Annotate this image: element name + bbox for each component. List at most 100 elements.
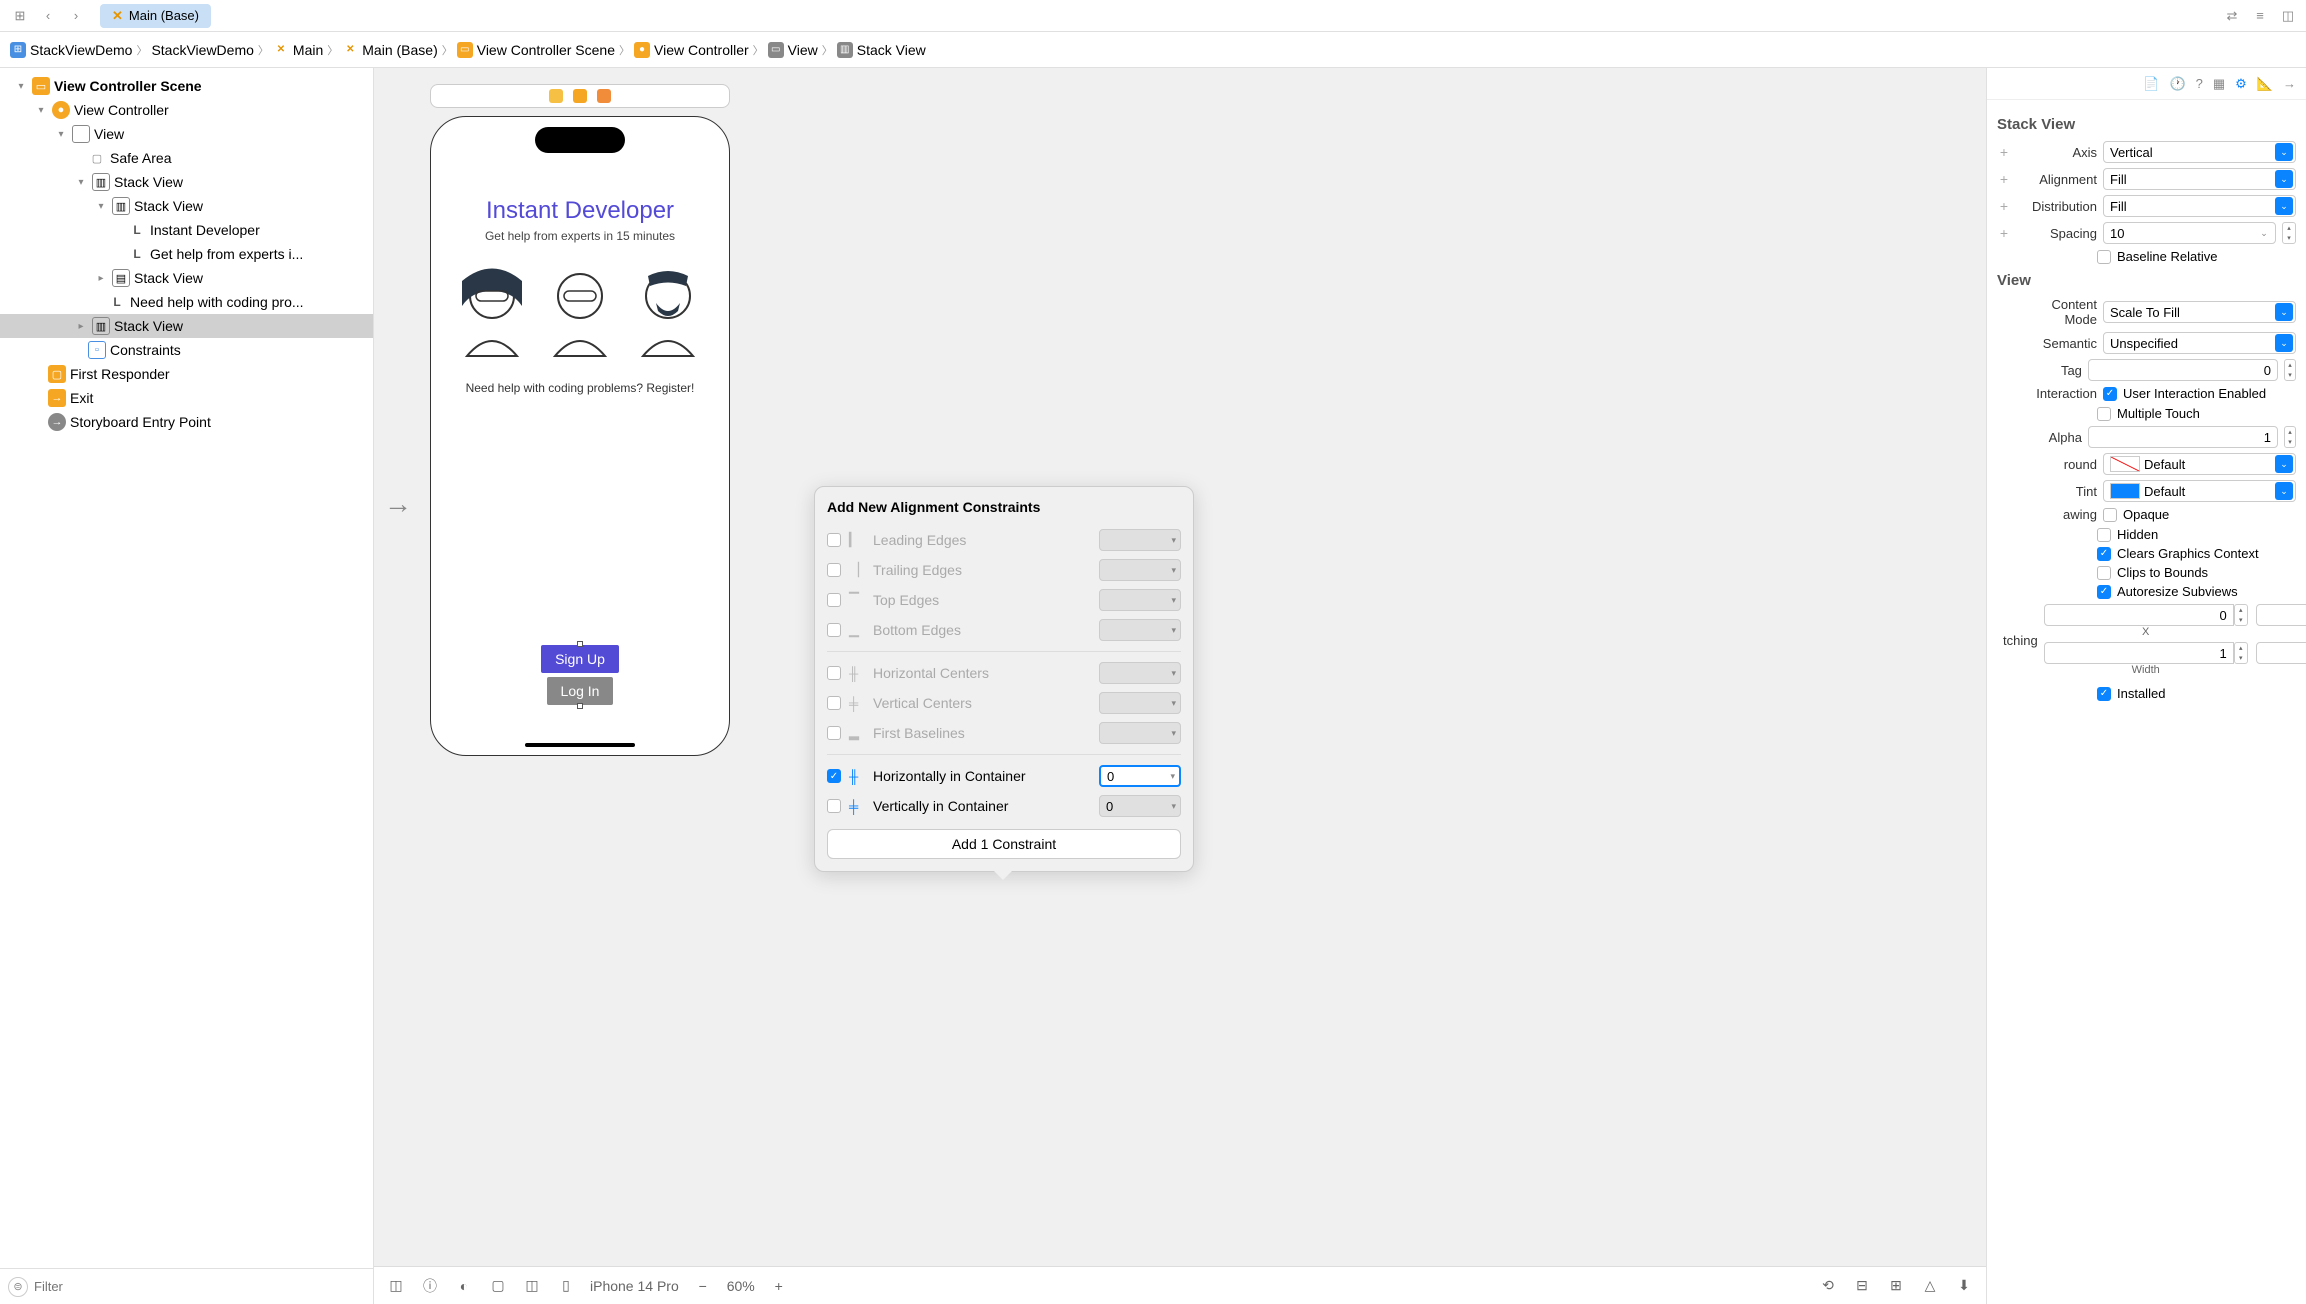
history-tab-icon[interactable]: 🕐 [2169,76,2185,92]
filter-input[interactable] [34,1279,365,1294]
add-icon[interactable]: + [1997,171,2011,187]
alpha-stepper[interactable]: ▴▾ [2284,426,2296,448]
autoresize-checkbox[interactable]: ✓ [2097,585,2111,599]
lines-icon[interactable]: ≡ [2250,8,2270,24]
tree-label[interactable]: LNeed help with coding pro... [0,290,373,314]
layout-icon[interactable]: ◫ [522,1277,542,1294]
scene-title-bar[interactable] [430,84,730,108]
clips-checkbox[interactable] [2097,566,2111,580]
add-icon[interactable]: + [1997,225,2011,241]
tree-stack2[interactable]: ▾▥Stack View [0,194,373,218]
multitouch-checkbox[interactable] [2097,407,2111,421]
embed-icon[interactable]: ⬇ [1954,1277,1974,1294]
crumb[interactable]: ▥Stack View [837,42,926,58]
alignment-select[interactable]: Fill⌄ [2103,168,2296,190]
update-frames-icon[interactable]: ⟲ [1818,1277,1838,1294]
pop-top: ▔Top Edges▾ [827,585,1181,615]
resolve-icon[interactable]: △ [1920,1277,1940,1294]
semantic-select[interactable]: Unspecified⌄ [2103,332,2296,354]
view-section: View [1997,272,2296,289]
crumb[interactable]: ✕Main (Base) [342,42,437,58]
clears-checkbox[interactable]: ✓ [2097,547,2111,561]
tag-stepper[interactable]: ▴▾ [2284,359,2296,381]
forward-icon[interactable]: › [64,4,88,28]
tree-scene[interactable]: ▾▭View Controller Scene [0,74,373,98]
device-label[interactable]: iPhone 14 Pro [590,1278,679,1294]
zoom-in-icon[interactable]: + [769,1278,789,1294]
stretch-x-input[interactable] [2044,604,2234,626]
selection-handle[interactable] [577,641,583,647]
pop-baselines: ▂First Baselines▾ [827,718,1181,748]
appearance-icon[interactable]: ◐ [454,1278,474,1294]
tree-safe[interactable]: ▢Safe Area [0,146,373,170]
align-icon[interactable]: ⊟ [1852,1277,1872,1294]
orientation-icon[interactable]: ▢ [488,1277,508,1294]
file-tab[interactable]: ✕ Main (Base) [100,4,211,28]
tree-stack3[interactable]: ▸▤Stack View [0,266,373,290]
signup-button[interactable]: Sign Up [541,645,619,673]
size-tab-icon[interactable]: 📐 [2257,76,2273,92]
panels-icon[interactable]: ◫ [2278,8,2298,24]
crumb[interactable]: ✕Main [273,42,323,58]
pop-leading: ▎Leading Edges▾ [827,525,1181,555]
stretch-y-input[interactable] [2256,604,2306,626]
add-icon[interactable]: + [1997,198,2011,214]
alpha-input[interactable] [2088,426,2278,448]
swap-icon[interactable]: ⇄ [2222,8,2242,24]
background-select[interactable]: Default⌄ [2103,453,2296,475]
zoom-level[interactable]: 60% [727,1278,755,1294]
tree-constraints[interactable]: ▫Constraints [0,338,373,362]
spacing-input[interactable]: 10⌄ [2103,222,2276,244]
pop-hcontainer[interactable]: ✓╫Horizontally in Container0▾ [827,761,1181,791]
uie-checkbox[interactable]: ✓ [2103,387,2117,401]
selection-handle[interactable] [577,703,583,709]
stretch-w-input[interactable] [2044,642,2234,664]
tree-stack4-selected[interactable]: ▸▥Stack View [0,314,373,338]
device-icon[interactable]: ▯ [556,1277,576,1294]
add-constraint-button[interactable]: Add 1 Constraint [827,829,1181,859]
crumb[interactable]: ⊞StackViewDemo [10,42,132,58]
filter-icon[interactable]: ⊜ [8,1277,28,1297]
spacing-stepper[interactable]: ▴▾ [2282,222,2296,244]
stackview-section: Stack View [1997,116,2296,133]
tree-label[interactable]: LGet help from experts i... [0,242,373,266]
attributes-tab-icon[interactable]: ⚙ [2235,76,2247,92]
installed-checkbox[interactable]: ✓ [2097,687,2111,701]
stretch-h-input[interactable] [2256,642,2306,664]
tint-select[interactable]: Default⌄ [2103,480,2296,502]
app-title: Instant Developer [486,197,674,225]
opaque-checkbox[interactable] [2103,508,2117,522]
tree-entry[interactable]: →Storyboard Entry Point [0,410,373,434]
content-mode-select[interactable]: Scale To Fill⌄ [2103,301,2296,323]
tree-first[interactable]: ▢First Responder [0,362,373,386]
baseline-checkbox[interactable] [2097,250,2111,264]
tree-stack1[interactable]: ▾▥Stack View [0,170,373,194]
connections-tab-icon[interactable]: → [2283,76,2296,91]
file-tab-icon[interactable]: 📄 [2143,76,2159,92]
tree-vc[interactable]: ▾●View Controller [0,98,373,122]
login-button[interactable]: Log In [547,677,614,705]
grid-icon[interactable]: ⊞ [8,4,32,28]
doc-outline-icon[interactable]: ◫ [386,1277,406,1294]
add-icon[interactable]: + [1997,144,2011,160]
app-subtitle: Get help from experts in 15 minutes [485,229,675,243]
pop-vcontainer[interactable]: ╪Vertically in Container0▾ [827,791,1181,821]
zoom-out-icon[interactable]: − [693,1278,713,1294]
crumb[interactable]: ●View Controller [634,42,749,58]
distribution-select[interactable]: Fill⌄ [2103,195,2296,217]
tree-label[interactable]: LInstant Developer [0,218,373,242]
accessibility-icon[interactable]: ⓘ [420,1276,440,1296]
button-stack-selected[interactable]: Sign Up Log In [541,645,619,705]
tree-view[interactable]: ▾View [0,122,373,146]
back-icon[interactable]: ‹ [36,4,60,28]
hidden-checkbox[interactable] [2097,528,2111,542]
identity-tab-icon[interactable]: ▦ [2213,76,2225,92]
tag-input[interactable] [2088,359,2278,381]
tree-exit[interactable]: →Exit [0,386,373,410]
crumb[interactable]: ▭View [768,42,818,58]
crumb[interactable]: StackViewDemo [151,42,253,58]
help-tab-icon[interactable]: ? [2196,76,2203,91]
crumb[interactable]: ▭View Controller Scene [457,42,615,58]
axis-select[interactable]: Vertical⌄ [2103,141,2296,163]
pin-icon[interactable]: ⊞ [1886,1277,1906,1294]
